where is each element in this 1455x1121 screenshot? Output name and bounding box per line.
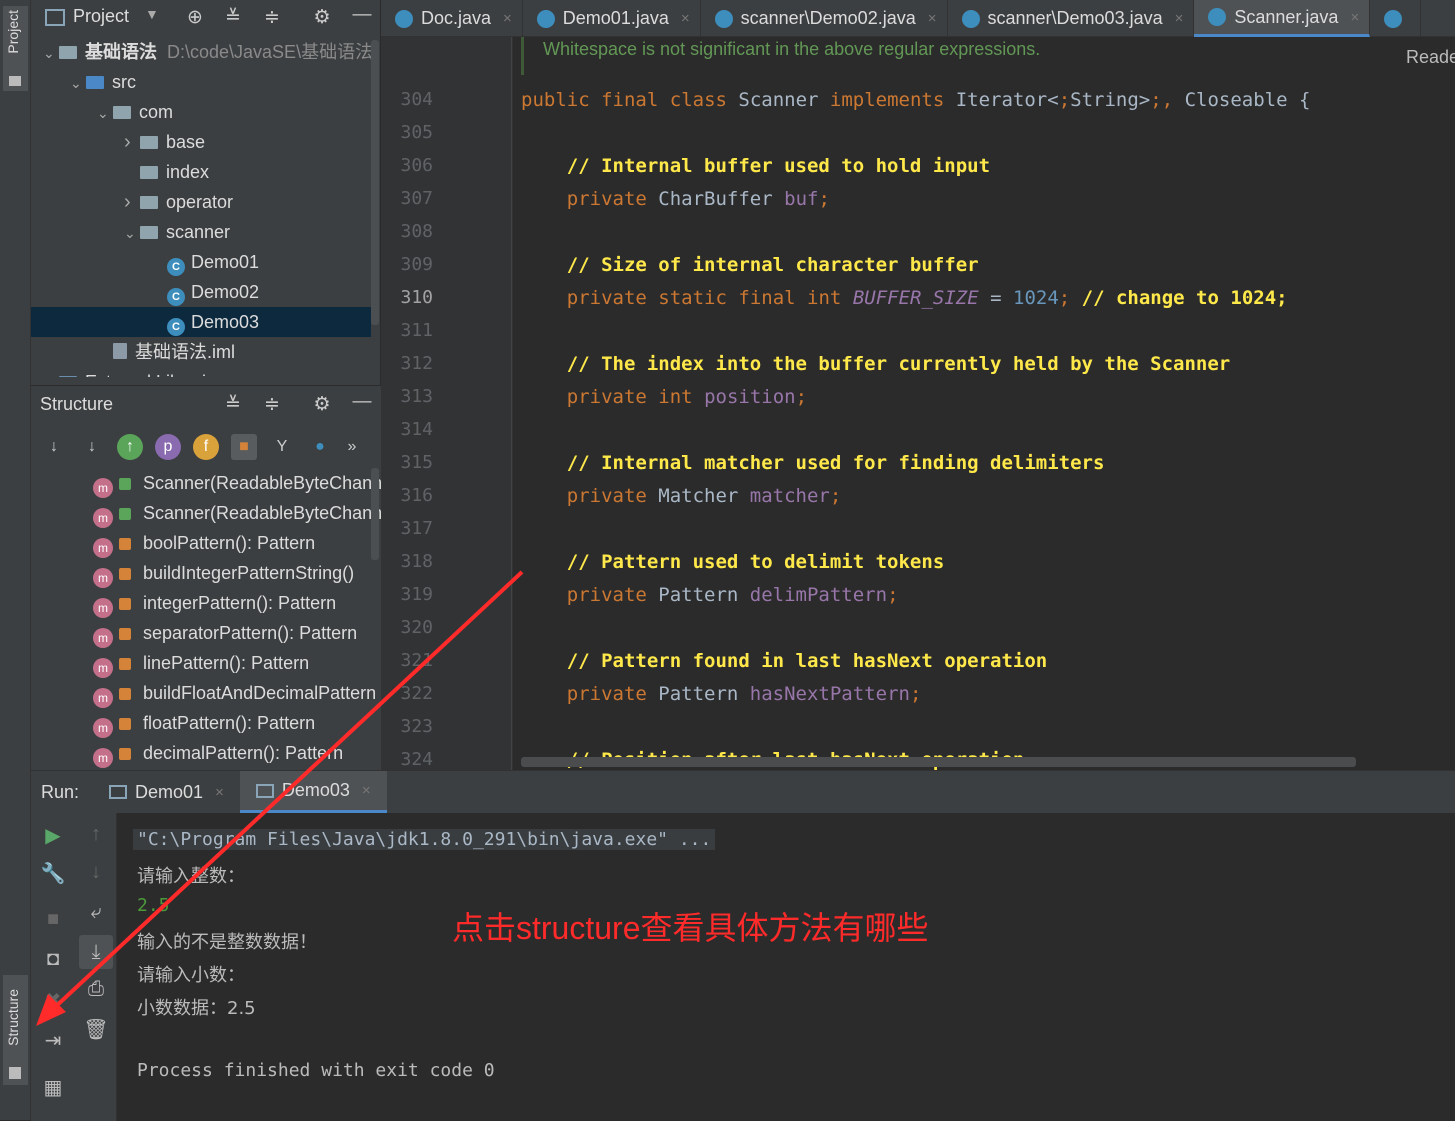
annotation-arrow: [36, 570, 524, 1026]
arrow-shaft: [50, 570, 524, 1012]
